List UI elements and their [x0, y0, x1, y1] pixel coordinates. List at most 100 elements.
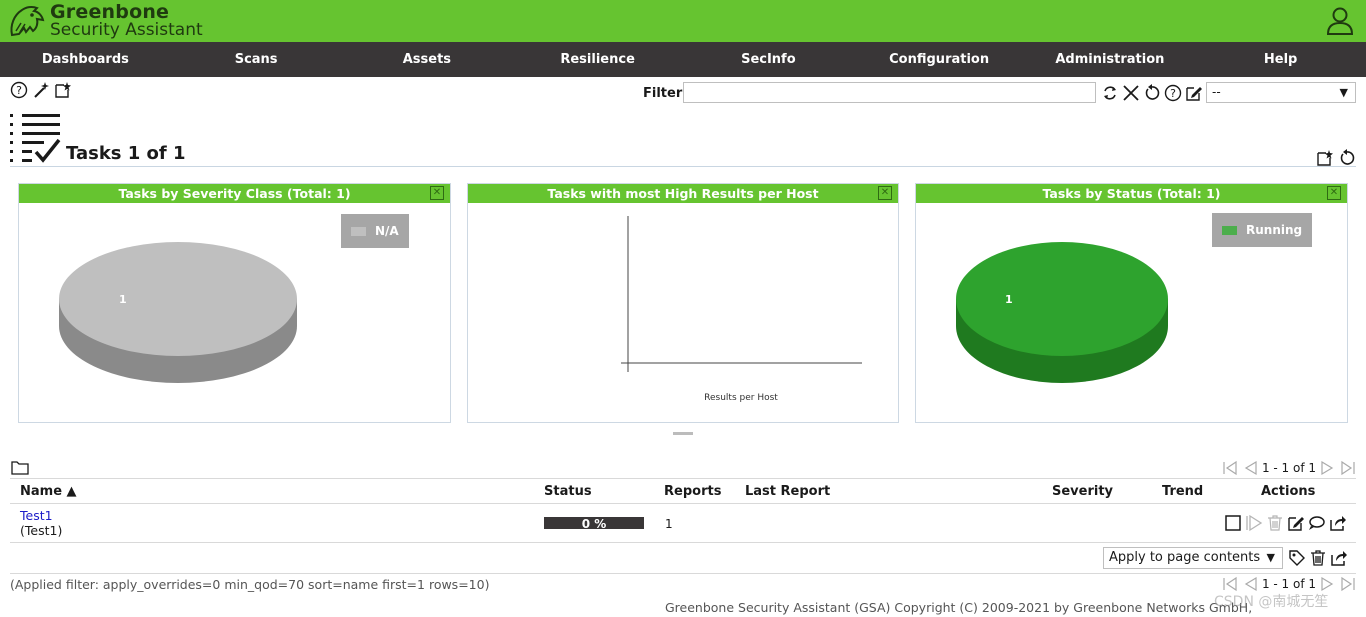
- export-icon[interactable]: [1329, 514, 1347, 532]
- add-dashboard-display-icon[interactable]: [1316, 149, 1334, 167]
- refresh-filter-icon[interactable]: [1101, 84, 1119, 102]
- help-icon[interactable]: ?: [10, 81, 28, 99]
- tasks-icon: [10, 114, 61, 163]
- edit-filter-icon[interactable]: [1185, 84, 1203, 102]
- bulk-export-icon[interactable]: [1330, 549, 1348, 567]
- previous-page-icon[interactable]: [1242, 576, 1258, 592]
- chevron-down-icon: ▼: [1339, 86, 1348, 99]
- nav-dashboards[interactable]: Dashboards: [0, 42, 171, 77]
- panel-header: Tasks by Severity Class (Total: 1) ✕: [19, 184, 450, 203]
- edit-icon[interactable]: [1287, 514, 1305, 532]
- column-header-reports[interactable]: Reports: [664, 484, 721, 499]
- wizard-icon[interactable]: [32, 81, 50, 99]
- nav-assets[interactable]: Assets: [342, 42, 513, 77]
- chart-legend: Running: [1212, 213, 1313, 247]
- top-header: Greenbone Security Assistant: [0, 0, 1366, 42]
- user-icon[interactable]: [1326, 6, 1354, 36]
- page-title: Tasks 1 of 1: [66, 143, 186, 164]
- chevron-down-icon: ▼: [1266, 551, 1275, 564]
- close-icon[interactable]: ✕: [430, 186, 444, 200]
- last-page-icon[interactable]: [1340, 576, 1356, 592]
- clone-icon[interactable]: [1308, 514, 1326, 532]
- severity-pie-chart[interactable]: 1: [49, 234, 309, 394]
- reset-dashboard-icon[interactable]: [1338, 149, 1356, 167]
- pagination-text: 1 - 1 of 1: [1261, 461, 1316, 475]
- remove-filter-icon[interactable]: [1122, 84, 1140, 102]
- filter-select-value: --: [1212, 85, 1221, 99]
- folder-icon[interactable]: [11, 460, 29, 475]
- previous-page-icon[interactable]: [1242, 460, 1258, 476]
- first-page-icon[interactable]: [1222, 576, 1238, 592]
- first-page-icon[interactable]: [1222, 460, 1238, 476]
- filter-actions: ?: [1101, 84, 1203, 102]
- tag-icon[interactable]: [1288, 549, 1306, 567]
- resize-handle[interactable]: [673, 432, 693, 435]
- bulk-trash-icon[interactable]: [1309, 549, 1327, 567]
- status-pie-chart[interactable]: 1: [946, 234, 1176, 394]
- nav-resilience[interactable]: Resilience: [512, 42, 683, 77]
- bulk-action-select[interactable]: Apply to page contents ▼: [1103, 547, 1283, 569]
- pie-slice-running: [956, 242, 1168, 356]
- table-top-rule: [10, 478, 1356, 479]
- row-actions: [1224, 514, 1347, 532]
- brand-subtitle: Security Assistant: [50, 20, 203, 40]
- legend-label: Running: [1246, 223, 1303, 237]
- column-header-name[interactable]: Name ▲: [20, 484, 77, 499]
- greenbone-logo-icon[interactable]: [6, 1, 46, 41]
- last-page-icon[interactable]: [1340, 460, 1356, 476]
- resume-icon: [1246, 514, 1263, 532]
- reset-filter-icon[interactable]: [1143, 84, 1161, 102]
- title-divider: [10, 166, 1356, 167]
- legend-swatch: [351, 227, 366, 236]
- filter-label: Filter: [643, 86, 683, 101]
- chart-legend: N/A: [341, 214, 409, 248]
- legend-swatch: [1222, 226, 1237, 235]
- pagination-top: 1 - 1 of 1: [1222, 460, 1356, 476]
- new-task-icon[interactable]: [54, 81, 72, 99]
- pie-slice-label: 1: [1005, 293, 1013, 306]
- nav-scans[interactable]: Scans: [171, 42, 342, 77]
- severity-class-panel: Tasks by Severity Class (Total: 1) ✕ N/A…: [18, 183, 451, 423]
- pagination-text: 1 - 1 of 1: [1261, 577, 1316, 591]
- task-comment: (Test1): [20, 523, 63, 538]
- status-progress-bar[interactable]: 0 %: [544, 517, 644, 531]
- filter-input[interactable]: [683, 82, 1096, 103]
- dashboard-actions: [1316, 149, 1356, 167]
- close-icon[interactable]: ✕: [878, 186, 892, 200]
- panel-header: Tasks by Status (Total: 1) ✕: [916, 184, 1347, 203]
- nav-configuration[interactable]: Configuration: [854, 42, 1025, 77]
- pagination-bottom: 1 - 1 of 1: [1222, 576, 1356, 592]
- applied-filter-text: (Applied filter: apply_overrides=0 min_q…: [10, 577, 490, 592]
- nav-administration[interactable]: Administration: [1025, 42, 1196, 77]
- pie-slice-label: 1: [119, 293, 127, 306]
- status-progress-text: 0 %: [581, 517, 607, 531]
- column-header-status[interactable]: Status: [544, 484, 592, 499]
- reports-count[interactable]: 1: [665, 517, 673, 531]
- stop-icon[interactable]: [1224, 514, 1242, 532]
- legend-label: N/A: [375, 224, 399, 238]
- status-panel: Tasks by Status (Total: 1) ✕ Running 1: [915, 183, 1348, 423]
- results-per-host-chart: Results per Host: [621, 216, 862, 403]
- next-page-icon[interactable]: [1320, 460, 1336, 476]
- pie-slice-na: [59, 242, 297, 356]
- column-header-last-report[interactable]: Last Report: [745, 484, 830, 499]
- svg-text:?: ?: [1170, 87, 1176, 100]
- column-header-severity[interactable]: Severity: [1052, 484, 1113, 499]
- bulk-actions: [1288, 549, 1348, 567]
- nav-help[interactable]: Help: [1195, 42, 1366, 77]
- svg-text:?: ?: [16, 84, 22, 97]
- next-page-icon[interactable]: [1320, 576, 1336, 592]
- x-axis-label: Results per Host: [704, 393, 778, 403]
- main-nav: Dashboards Scans Assets Resilience SecIn…: [0, 42, 1366, 77]
- panel-title: Tasks by Status (Total: 1): [1042, 186, 1221, 201]
- task-name-link[interactable]: Test1: [20, 508, 53, 523]
- column-header-trend[interactable]: Trend: [1162, 484, 1203, 499]
- high-results-panel: Tasks with most High Results per Host ✕ …: [467, 183, 899, 423]
- column-header-actions: Actions: [1261, 484, 1316, 499]
- close-icon[interactable]: ✕: [1327, 186, 1341, 200]
- panel-title: Tasks by Severity Class (Total: 1): [118, 186, 351, 201]
- nav-secinfo[interactable]: SecInfo: [683, 42, 854, 77]
- filter-select[interactable]: -- ▼: [1206, 82, 1356, 103]
- filter-help-icon[interactable]: ?: [1164, 84, 1182, 102]
- page-toolbar: ?: [10, 81, 72, 99]
